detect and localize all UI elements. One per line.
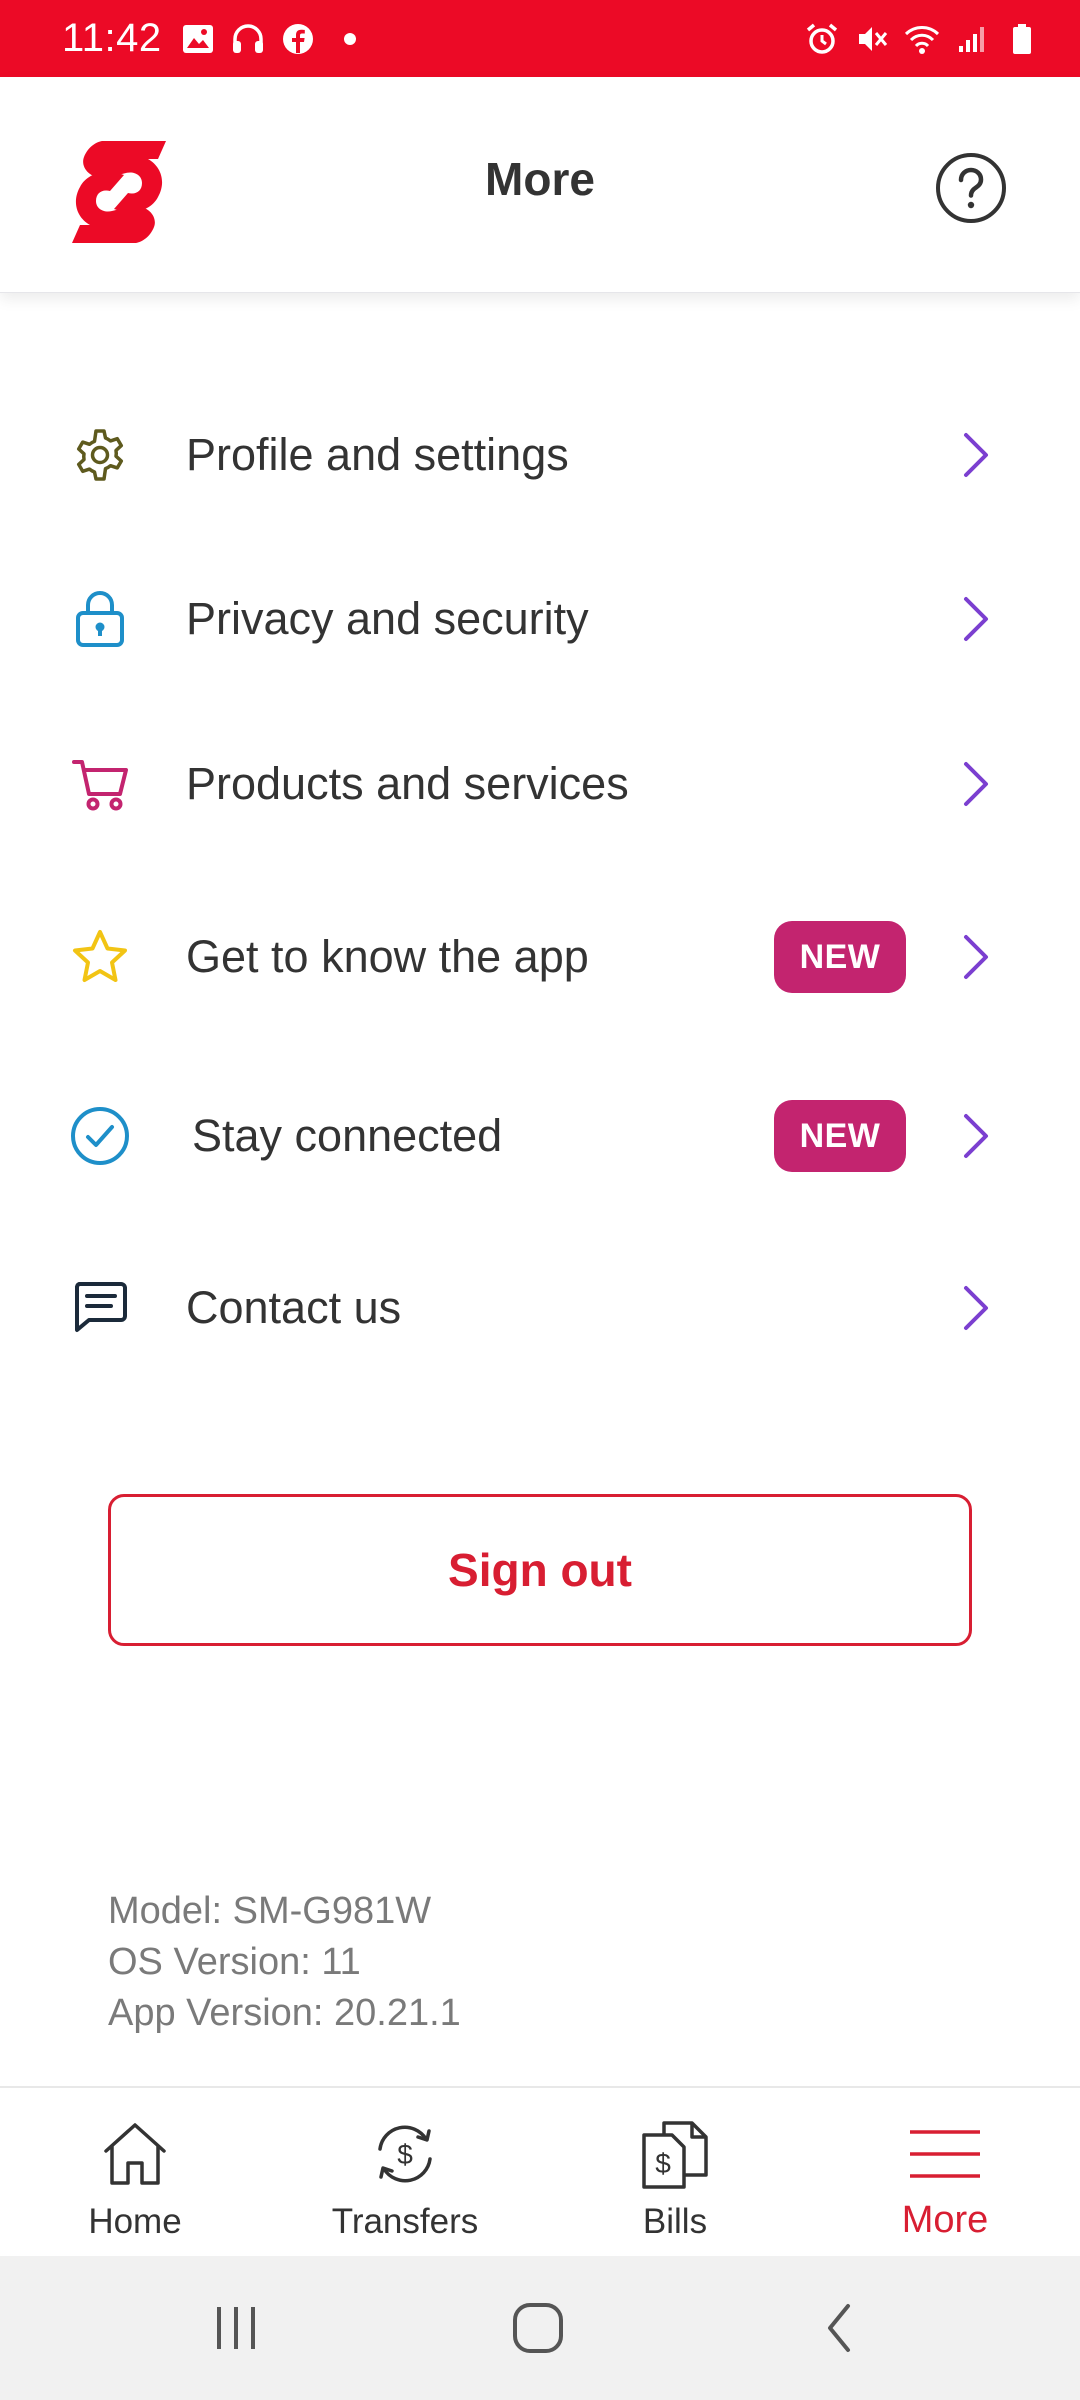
chevron-right-icon (956, 929, 996, 985)
mute-icon (854, 21, 890, 57)
nav-label: Bills (642, 2202, 708, 2241)
more-screen: 11:42 More Profile and settings Privacy … (0, 0, 1080, 2400)
nav-tab-bills[interactable]: $ Bills (540, 2088, 810, 2258)
app-version: App Version: 20.21.1 (108, 1992, 461, 2034)
menu-item-privacy-security[interactable]: Privacy and security (0, 544, 1080, 694)
chevron-right-icon (956, 756, 996, 812)
menu-item-contact-us[interactable]: Contact us (0, 1233, 1080, 1383)
wifi-icon (904, 21, 940, 57)
nav-label: Home (88, 2202, 182, 2241)
back-icon[interactable] (800, 2298, 880, 2358)
help-icon (934, 153, 1008, 229)
menu-item-label: Stay connected (192, 1110, 503, 1161)
app-header: More (0, 77, 1080, 293)
new-badge: NEW (774, 921, 906, 993)
chevron-right-icon (956, 1280, 996, 1336)
status-system-icons (804, 21, 1040, 57)
recents-icon[interactable] (196, 2298, 276, 2358)
nav-tab-transfers[interactable]: $ Transfers (270, 2088, 540, 2258)
image-icon (180, 21, 216, 57)
new-badge: NEW (774, 1100, 906, 1172)
status-bar: 11:42 (0, 0, 1080, 77)
chevron-right-icon (956, 591, 996, 647)
menu-item-get-to-know-app[interactable]: Get to know the app NEW (0, 882, 1080, 1032)
menu-item-label: Profile and settings (186, 429, 569, 480)
system-nav-bar (0, 2256, 1080, 2400)
menu-item-profile-settings[interactable]: Profile and settings (0, 380, 1080, 530)
nav-tab-more[interactable]: More (810, 2088, 1080, 2258)
device-model: Model: SM-G981W (108, 1890, 432, 1932)
svg-text:$: $ (397, 2139, 413, 2170)
home-circle-icon[interactable] (498, 2298, 578, 2358)
nav-tab-home[interactable]: Home (0, 2088, 270, 2258)
menu-item-products-services[interactable]: Products and services (0, 709, 1080, 859)
chevron-right-icon (956, 1108, 996, 1164)
menu-icon (905, 2114, 985, 2194)
status-notification-icons (180, 21, 356, 57)
menu-item-label: Get to know the app (186, 931, 589, 982)
chat-icon (68, 1276, 132, 1340)
nav-label: Transfers (331, 2202, 479, 2241)
page-title: More (485, 153, 595, 205)
transfers-icon: $ (365, 2114, 445, 2194)
star-icon (68, 925, 132, 989)
alarm-icon (804, 21, 840, 57)
sign-out-button[interactable]: Sign out (108, 1494, 972, 1646)
home-icon (95, 2114, 175, 2194)
battery-icon (1004, 21, 1040, 57)
lock-icon (68, 587, 132, 651)
nav-label: More (901, 2199, 989, 2241)
chevron-right-icon (956, 427, 996, 483)
help-button[interactable] (934, 151, 1008, 225)
dot-icon (343, 32, 356, 45)
facebook-icon (280, 21, 316, 57)
status-time: 11:42 (62, 16, 162, 60)
device-info: Model: SM-G981W OS Version: 11 App Versi… (108, 1886, 461, 2039)
headphones-icon (230, 21, 266, 57)
signal-icon (954, 21, 990, 57)
menu-item-label: Contact us (186, 1282, 402, 1333)
check-circle-icon (68, 1104, 132, 1168)
bottom-nav: Home $ Transfers $ Bills More (0, 2086, 1080, 2256)
menu-item-label: Products and services (186, 758, 629, 809)
menu-item-stay-connected[interactable]: Stay connected NEW (0, 1061, 1080, 1211)
os-version: OS Version: 11 (108, 1941, 361, 1983)
cart-icon (68, 752, 132, 816)
svg-text:$: $ (655, 2148, 671, 2179)
gear-icon (68, 423, 132, 487)
menu-item-label: Privacy and security (186, 593, 589, 644)
bills-icon: $ (635, 2114, 715, 2194)
